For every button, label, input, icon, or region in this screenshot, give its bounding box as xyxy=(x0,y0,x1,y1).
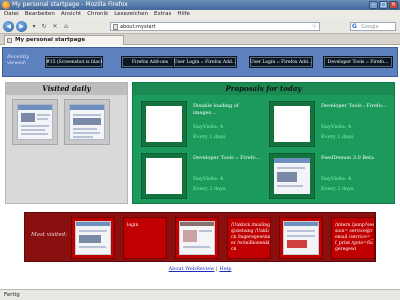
proposal-frequency: Every 2 days xyxy=(193,186,226,192)
most-visited-label: Most visited: xyxy=(31,232,68,238)
google-icon: G xyxy=(352,23,357,30)
proposals-panel: Proposals for today Disable loading of i… xyxy=(132,82,395,204)
visited-thumbnail[interactable] xyxy=(64,99,110,145)
status-text: Fertig xyxy=(4,292,20,298)
menu-hilfe[interactable]: Hilfe xyxy=(177,10,190,19)
bookmark-star-icon[interactable]: ☆ xyxy=(312,23,317,31)
proposal-card[interactable]: Developer Tools :: Firefo... DayVisits: … xyxy=(137,151,261,201)
visited-thumbnail[interactable] xyxy=(12,99,58,145)
tab-page-icon xyxy=(7,38,12,43)
url-bar[interactable]: about:mystart ☆ xyxy=(110,22,320,31)
page-icon xyxy=(113,24,118,30)
most-visited-item[interactable] xyxy=(71,217,115,259)
proposal-frequency: Every 2 days xyxy=(321,186,354,192)
maximize-button[interactable]: □ xyxy=(379,1,388,9)
home-icon[interactable]: ⌂ xyxy=(62,23,70,31)
tab-my-personal-startpage[interactable]: My personal startpage xyxy=(4,35,124,45)
back-button[interactable]: ◀ xyxy=(3,21,14,32)
firefox-icon xyxy=(2,1,10,9)
page-screenshot xyxy=(283,221,319,255)
tab-bar: My personal startpage xyxy=(0,34,400,45)
proposal-frequency: Every 2 days xyxy=(193,134,226,140)
most-visited-item[interactable]: /intern /jump?session= service@remail /s… xyxy=(331,217,375,259)
proposal-dayvisits: DayVisits: 4 xyxy=(193,176,224,182)
menu-ansicht[interactable]: Ansicht xyxy=(61,10,81,19)
reload-icon[interactable]: ↻ xyxy=(40,23,48,31)
minimize-button[interactable]: – xyxy=(369,1,378,9)
about-webreview-link[interactable]: About WebReview xyxy=(169,266,215,272)
proposal-card[interactable]: Disable loading of images... DayVisits: … xyxy=(137,99,261,149)
proposal-card[interactable]: FeedDemon 3.0 Beta DayVisits: 4 Every 2 … xyxy=(265,151,389,201)
most-visited-text: login xyxy=(127,223,139,228)
recent-item[interactable]: User Login :: Firefox Add... xyxy=(173,56,237,68)
proposal-card[interactable]: Developer Tools : Firefo... DayVisits: 4… xyxy=(265,99,389,149)
most-visited-bar: Most visited: login /Unklick /mailing@zi… xyxy=(24,212,376,262)
status-bar: Fertig xyxy=(0,289,400,300)
most-visited-item[interactable]: /Unklick /mailing@ziehung /Unklick /luge… xyxy=(227,217,271,259)
recent-item[interactable]: #15 (Screenshot is black/... xyxy=(45,56,103,68)
url-text: about:mystart xyxy=(120,24,156,30)
proposal-dayvisits: DayVisits: 4 xyxy=(321,124,352,130)
proposal-title[interactable]: Disable loading of images... xyxy=(193,103,261,117)
navigation-toolbar: ◀ ▶ ▾ ↻ ✕ ⌂ about:mystart ☆ G Google xyxy=(0,19,400,34)
footer-links: About WebReview | Help xyxy=(0,266,400,272)
most-visited-item[interactable] xyxy=(175,217,219,259)
proposal-title[interactable]: Developer Tools :: Firefo... xyxy=(193,155,261,162)
window-title: My personal startpage - Mozilla Firefox xyxy=(12,1,128,8)
most-visited-item[interactable] xyxy=(279,217,323,259)
most-visited-text: /intern /jump?session= service@remail /s… xyxy=(335,223,375,252)
recently-viewed-label: Recently viewed: xyxy=(7,54,30,66)
stop-icon[interactable]: ✕ xyxy=(51,23,59,31)
menu-lesezeichen[interactable]: Lesezeichen xyxy=(114,10,148,19)
page-screenshot xyxy=(69,104,105,140)
most-visited-item[interactable]: login xyxy=(123,217,167,259)
recently-viewed-bar: Recently viewed: #15 (Screenshot is blac… xyxy=(2,47,398,77)
proposal-title[interactable]: Developer Tools : Firefo... xyxy=(321,103,389,110)
window-titlebar: My personal startpage - Mozilla Firefox … xyxy=(0,0,400,10)
search-placeholder: Google xyxy=(361,24,379,30)
footer-separator: | xyxy=(216,266,218,272)
menu-bearbeiten[interactable]: Bearbeiten xyxy=(25,10,55,19)
proposal-frequency: Every 2 days xyxy=(321,134,354,140)
page-screenshot xyxy=(179,221,215,255)
proposal-dayvisits: DayVisits: 4 xyxy=(193,124,224,130)
forward-button[interactable]: ▶ xyxy=(16,21,27,32)
menu-extras[interactable]: Extras xyxy=(154,10,171,19)
proposal-thumbnail[interactable] xyxy=(269,101,315,147)
tab-label: My personal startpage xyxy=(15,37,86,43)
menubar: Datei Bearbeiten Ansicht Chronik Lesezei… xyxy=(0,10,400,19)
search-input[interactable]: G Google xyxy=(350,22,396,31)
visited-daily-panel: Visited daily xyxy=(5,82,128,204)
page-screenshot xyxy=(17,104,53,140)
proposal-thumbnail[interactable] xyxy=(269,153,315,199)
close-button[interactable]: × xyxy=(389,1,398,9)
recent-item[interactable]: User Login :: Firefox Add... xyxy=(249,56,313,68)
proposals-title: Proposals for today xyxy=(133,83,394,95)
page-screenshot xyxy=(75,221,111,255)
menu-datei[interactable]: Datei xyxy=(4,10,19,19)
proposal-dayvisits: DayVisits: 4 xyxy=(321,176,352,182)
recent-item[interactable]: Firefox Add-ons xyxy=(121,56,179,68)
help-link[interactable]: Help xyxy=(219,266,231,272)
recent-item[interactable]: Developer Tools :: Firefo... xyxy=(323,56,393,68)
visited-daily-title: Visited daily xyxy=(6,83,127,95)
most-visited-text: /Unklick /mailing@ziehung /Unklick /luge… xyxy=(231,223,271,252)
dropdown-history-icon[interactable]: ▾ xyxy=(30,23,38,31)
proposal-thumbnail[interactable] xyxy=(141,101,187,147)
proposal-thumbnail[interactable] xyxy=(141,153,187,199)
menu-chronik[interactable]: Chronik xyxy=(87,10,108,19)
proposal-title[interactable]: FeedDemon 3.0 Beta xyxy=(321,155,389,162)
